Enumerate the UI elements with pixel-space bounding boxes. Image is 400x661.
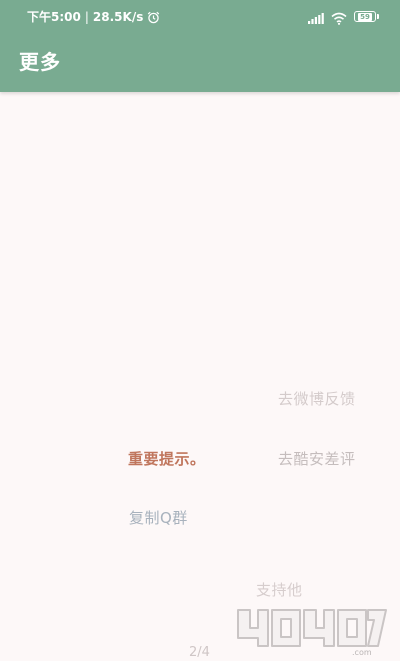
svg-text:.com: .com — [352, 648, 372, 657]
page-title: 更多 — [19, 50, 61, 74]
coolapk-review-button[interactable]: 去酷安差评 — [278, 449, 356, 469]
page-indicator: 2/4 — [189, 645, 210, 660]
status-right: 59 — [308, 10, 379, 25]
important-notice-button[interactable]: 重要提示。 — [128, 449, 206, 469]
wifi-icon — [331, 10, 347, 25]
network-speed: 28.5K/s — [92, 10, 144, 24]
status-left: 下午5:00 | 28.5K/s — [27, 9, 160, 25]
header: 下午5:00 | 28.5K/s 59 更多 — [0, 0, 400, 92]
watermark-logo: .com — [232, 598, 390, 658]
alarm-icon — [147, 11, 160, 24]
status-time: 下午5:00 — [27, 10, 81, 24]
battery-level: 59 — [358, 12, 372, 21]
status-separator: | — [84, 10, 89, 24]
copy-qq-group-button[interactable]: 复制Q群 — [129, 508, 188, 528]
more-screen: 下午5:00 | 28.5K/s 59 更多 去微博反馈 去酷安差评 重要提示。… — [0, 0, 400, 661]
weibo-feedback-button[interactable]: 去微博反馈 — [278, 389, 356, 409]
signal-icon — [308, 10, 324, 24]
battery-icon: 59 — [354, 11, 379, 22]
status-bar: 下午5:00 | 28.5K/s 59 — [0, 0, 400, 34]
support-button[interactable]: 支持他 — [256, 580, 303, 600]
